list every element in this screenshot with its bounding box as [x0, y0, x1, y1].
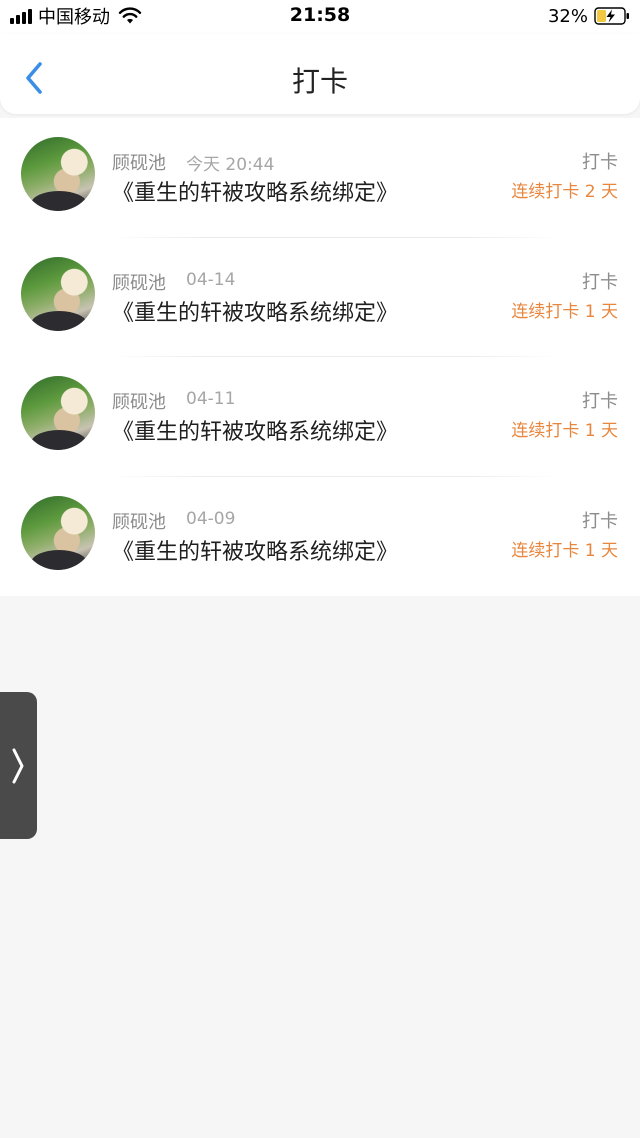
checkin-time: 04-14: [186, 269, 236, 290]
checkin-tag: 打卡: [582, 510, 618, 532]
nav-bar: 打卡: [0, 34, 640, 114]
author-name: 顾砚池: [112, 392, 166, 413]
book-title[interactable]: 《重生的轩被攻略系统绑定》: [112, 175, 398, 207]
checkin-tag: 打卡: [582, 152, 618, 173]
status-bar: 中国移动 21:58 32%: [0, 0, 640, 34]
checkin-row[interactable]: 顾砚池 04-14 《重生的轩被攻略系统绑定》 打卡 连续打卡 1 天: [0, 238, 640, 357]
screen: 中国移动 21:58 32% 打卡 顾砚池 今天 20:44 《重生的轩被攻略系…: [0, 0, 640, 1138]
side-drawer-handle[interactable]: [0, 692, 37, 839]
author-name: 顾砚池: [112, 153, 166, 174]
battery-charging-icon: [594, 7, 629, 25]
streak-label: 连续打卡 1 天: [511, 301, 618, 322]
book-title[interactable]: 《重生的轩被攻略系统绑定》: [112, 414, 398, 446]
checkin-list: 顾砚池 今天 20:44 《重生的轩被攻略系统绑定》 打卡 连续打卡 2 天 顾…: [0, 118, 640, 596]
checkin-tag: 打卡: [582, 271, 618, 293]
checkin-time: 今天 20:44: [186, 155, 275, 175]
checkin-row[interactable]: 顾砚池 今天 20:44 《重生的轩被攻略系统绑定》 打卡 连续打卡 2 天: [0, 118, 640, 238]
status-time: 21:58: [289, 4, 351, 26]
book-title[interactable]: 《重生的轩被攻略系统绑定》: [112, 295, 398, 327]
checkin-row[interactable]: 顾砚池 04-09 《重生的轩被攻略系统绑定》 打卡 连续打卡 1 天: [0, 477, 640, 597]
book-title[interactable]: 《重生的轩被攻略系统绑定》: [112, 534, 398, 566]
avatar[interactable]: [21, 376, 95, 450]
author-name: 顾砚池: [112, 511, 166, 533]
streak-label: 连续打卡 1 天: [511, 540, 618, 561]
author-name: 顾砚池: [112, 272, 166, 294]
streak-label: 连续打卡 1 天: [511, 421, 618, 441]
checkin-time: 04-09: [186, 508, 236, 529]
streak-label: 连续打卡 2 天: [511, 182, 618, 202]
avatar[interactable]: [21, 256, 95, 331]
avatar[interactable]: [21, 495, 95, 570]
checkin-tag: 打卡: [582, 391, 618, 412]
checkin-time: 04-11: [186, 389, 236, 409]
checkin-row[interactable]: 顾砚池 04-11 《重生的轩被攻略系统绑定》 打卡 连续打卡 1 天: [0, 357, 640, 477]
battery-percent: 32%: [547, 5, 588, 27]
page-title: 打卡: [291, 65, 348, 98]
status-right: 32%: [548, 5, 630, 27]
chevron-right-icon: [12, 748, 24, 784]
avatar[interactable]: [21, 137, 95, 211]
